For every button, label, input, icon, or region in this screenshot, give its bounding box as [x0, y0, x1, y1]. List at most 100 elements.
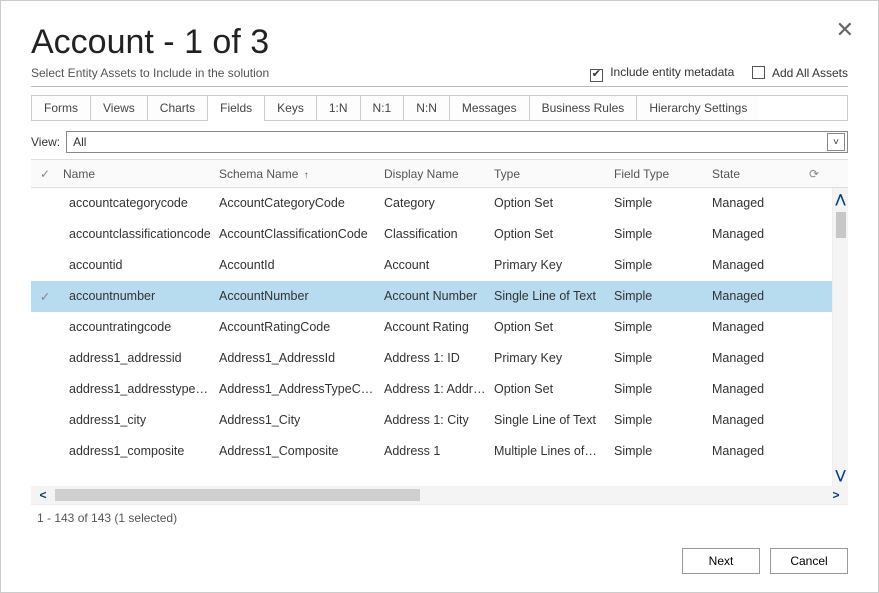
dialog-container: ✕ Account - 1 of 3 Select Entity Assets … [0, 0, 879, 593]
cell-schema: Address1_Composite [219, 444, 384, 458]
cell-schema: AccountNumber [219, 289, 384, 303]
cell-fieldtype: Simple [614, 382, 712, 396]
column-name[interactable]: Name [59, 167, 219, 181]
cell-type: Multiple Lines of… [494, 444, 614, 458]
page-subtitle: Select Entity Assets to Include in the s… [31, 66, 269, 80]
table-row[interactable]: address1_cityAddress1_CityAddress 1: Cit… [31, 405, 848, 436]
cell-display: Account [384, 258, 494, 272]
cell-state: Managed [712, 320, 802, 334]
cell-display: Classification [384, 227, 494, 241]
cell-name: accountratingcode [59, 320, 219, 334]
scroll-up-icon[interactable]: ⋀ [836, 192, 846, 206]
cell-name: address1_city [59, 413, 219, 427]
table-row[interactable]: accountcategorycodeAccountCategoryCodeCa… [31, 188, 848, 219]
cell-schema: AccountCategoryCode [219, 196, 384, 210]
view-label: View: [31, 135, 60, 149]
table-row[interactable]: accountidAccountIdAccountPrimary KeySimp… [31, 250, 848, 281]
tab-n-n[interactable]: N:N [403, 96, 449, 120]
next-button[interactable]: Next [682, 548, 760, 574]
cell-display: Category [384, 196, 494, 210]
table-row[interactable]: address1_addressidAddress1_AddressIdAddr… [31, 343, 848, 374]
view-select[interactable]: All ˅ [66, 131, 848, 153]
cell-state: Managed [712, 289, 802, 303]
add-all-assets-checkbox[interactable]: Add All Assets [752, 64, 848, 80]
tab-forms[interactable]: Forms [31, 96, 90, 120]
include-metadata-label: Include entity metadata [610, 65, 734, 79]
scroll-left-icon[interactable]: < [31, 488, 55, 502]
horizontal-scrollbar[interactable]: < > [31, 486, 848, 504]
cell-display: Account Number [384, 289, 494, 303]
tab-1-n[interactable]: 1:N [316, 96, 360, 120]
tab-messages[interactable]: Messages [449, 96, 529, 120]
cell-type: Option Set [494, 227, 614, 241]
status-bar: 1 - 143 of 143 (1 selected) [31, 504, 848, 530]
cell-name: address1_composite [59, 444, 219, 458]
tab-views[interactable]: Views [90, 96, 147, 120]
cell-name: address1_addressid [59, 351, 219, 365]
table-row[interactable]: accountratingcodeAccountRatingCodeAccoun… [31, 312, 848, 343]
subtitle-row: Select Entity Assets to Include in the s… [31, 64, 848, 87]
cell-fieldtype: Simple [614, 351, 712, 365]
cell-state: Managed [712, 227, 802, 241]
table-row[interactable]: address1_compositeAddress1_CompositeAddr… [31, 436, 848, 467]
column-type[interactable]: Type [494, 167, 614, 181]
scroll-down-icon[interactable]: ⋁ [836, 468, 846, 482]
sort-ascending-icon: ↑ [304, 170, 309, 181]
select-all-checkbox[interactable]: ✓ [31, 167, 59, 181]
cell-name: accountclassificationcode [59, 227, 219, 241]
cell-fieldtype: Simple [614, 320, 712, 334]
cell-type: Single Line of Text [494, 289, 614, 303]
cell-state: Managed [712, 382, 802, 396]
table-row[interactable]: accountclassificationcodeAccountClassifi… [31, 219, 848, 250]
options-row: Include entity metadata Add All Assets [590, 64, 848, 80]
close-icon[interactable]: ✕ [836, 19, 854, 41]
refresh-icon[interactable]: ⟳ [802, 167, 826, 181]
column-display[interactable]: Display Name [384, 167, 494, 181]
tab-keys[interactable]: Keys [264, 96, 316, 120]
row-check-icon[interactable]: ✓ [31, 289, 59, 304]
vertical-scrollbar[interactable]: ⋀ ⋁ [832, 188, 848, 486]
cell-type: Option Set [494, 320, 614, 334]
page-title: Account - 1 of 3 [31, 23, 848, 62]
cell-type: Option Set [494, 196, 614, 210]
cell-schema: Address1_AddressTypeCode [219, 382, 384, 396]
cell-state: Managed [712, 196, 802, 210]
dialog-footer: Next Cancel [31, 548, 848, 574]
grid-body: accountcategorycodeAccountCategoryCodeCa… [31, 188, 848, 486]
tab-charts[interactable]: Charts [147, 96, 207, 120]
checkbox-icon [590, 69, 603, 82]
column-schema[interactable]: Schema Name ↑ [219, 167, 384, 181]
cell-fieldtype: Simple [614, 258, 712, 272]
cell-display: Account Rating [384, 320, 494, 334]
hscroll-track[interactable] [55, 489, 824, 501]
tabs-bar: FormsViewsChartsFieldsKeys1:NN:1N:NMessa… [31, 95, 848, 121]
cell-type: Option Set [494, 382, 614, 396]
column-state[interactable]: State [712, 167, 802, 181]
scrollbar-thumb[interactable] [836, 212, 846, 238]
tab-business-rules[interactable]: Business Rules [529, 96, 637, 120]
column-fieldtype[interactable]: Field Type [614, 167, 712, 181]
scrollbar-thumb[interactable] [55, 489, 420, 501]
cancel-button[interactable]: Cancel [770, 548, 848, 574]
cell-state: Managed [712, 351, 802, 365]
table-row[interactable]: ✓accountnumberAccountNumberAccount Numbe… [31, 281, 848, 312]
table-row[interactable]: address1_addresstypecodeAddress1_Address… [31, 374, 848, 405]
include-metadata-checkbox[interactable]: Include entity metadata [590, 65, 734, 80]
cell-fieldtype: Simple [614, 413, 712, 427]
cell-state: Managed [712, 444, 802, 458]
chevron-down-icon: ˅ [827, 133, 845, 151]
cell-schema: Address1_City [219, 413, 384, 427]
cell-type: Primary Key [494, 351, 614, 365]
cell-display: Address 1: City [384, 413, 494, 427]
tab-hierarchy-settings[interactable]: Hierarchy Settings [636, 96, 759, 120]
tab-n-1[interactable]: N:1 [360, 96, 404, 120]
tab-fields[interactable]: Fields [207, 96, 264, 120]
cell-name: accountnumber [59, 289, 219, 303]
scroll-right-icon[interactable]: > [824, 488, 848, 502]
cell-name: accountid [59, 258, 219, 272]
view-row: View: All ˅ [31, 131, 848, 153]
cell-schema: AccountRatingCode [219, 320, 384, 334]
cell-schema: Address1_AddressId [219, 351, 384, 365]
cell-display: Address 1: Addr… [384, 382, 494, 396]
cell-name: accountcategorycode [59, 196, 219, 210]
